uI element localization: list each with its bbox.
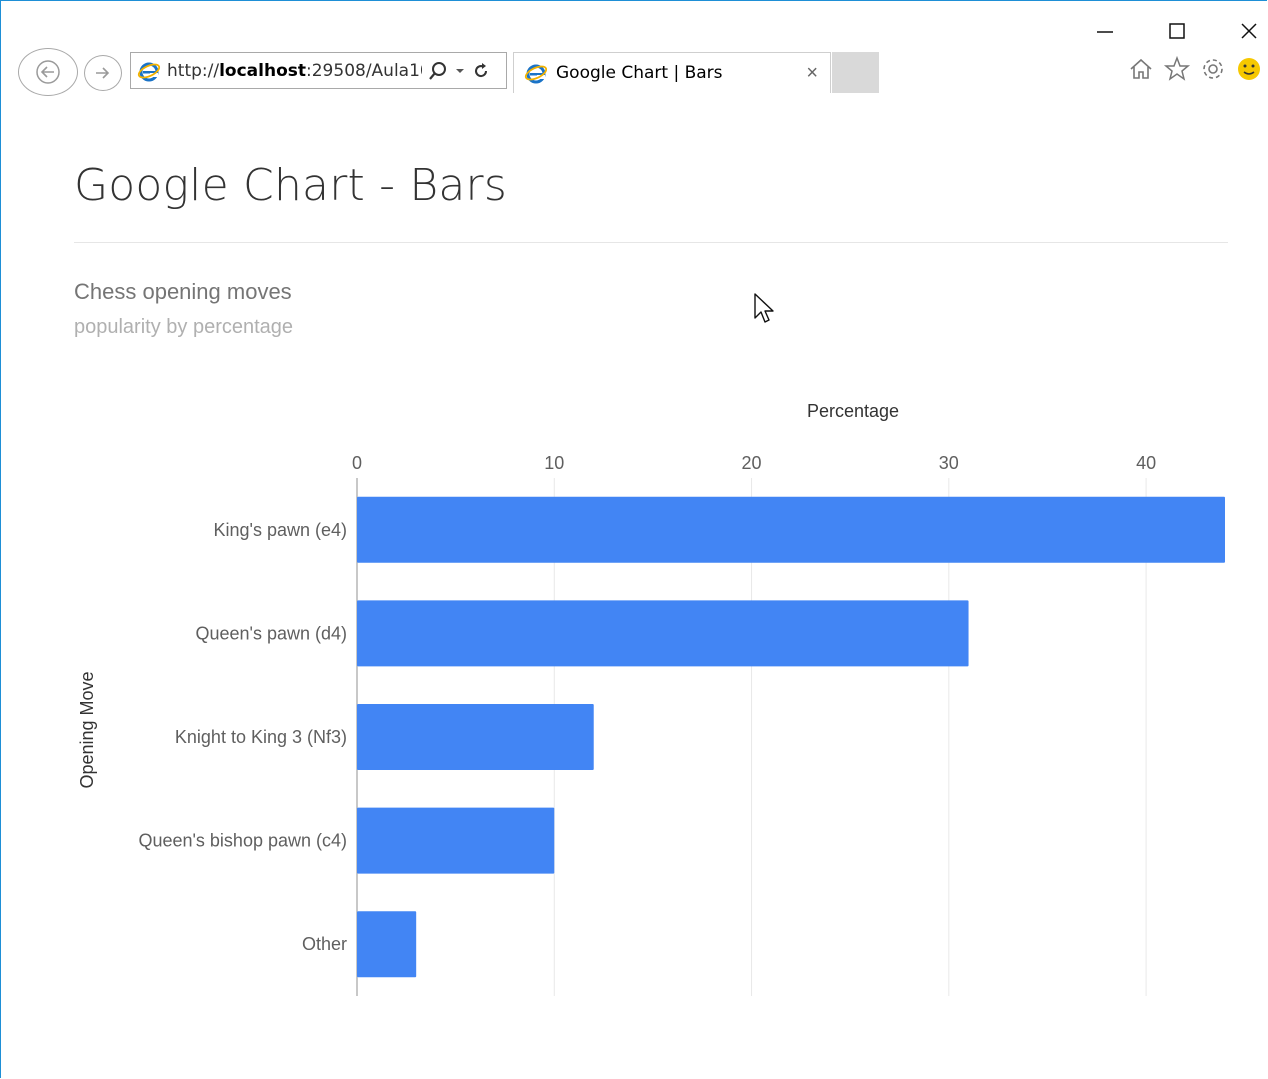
category-label: King's pawn (e4) [213, 520, 347, 540]
x-tick-label: 0 [352, 453, 362, 473]
bar [357, 704, 594, 770]
category-label: Queen's bishop pawn (c4) [138, 831, 347, 851]
category-label: Other [302, 934, 347, 954]
x-tick-label: 20 [742, 453, 762, 473]
x-tick-label: 30 [939, 453, 959, 473]
x-tick-label: 10 [544, 453, 564, 473]
mouse-cursor-icon [754, 293, 774, 323]
bar [357, 807, 555, 874]
category-label: Knight to King 3 (Nf3) [175, 727, 347, 747]
x-axis-title: Percentage [807, 401, 899, 421]
bar [357, 911, 417, 978]
bar-chart: 0 10 20 30 40 Percentage Opening Move King's pa… [77, 401, 1225, 996]
y-axis-title: Opening Move [77, 671, 97, 788]
bar [357, 496, 1225, 563]
x-tick-label: 40 [1136, 453, 1156, 473]
bar [357, 600, 969, 667]
category-label: Queen's pawn (d4) [195, 623, 347, 643]
